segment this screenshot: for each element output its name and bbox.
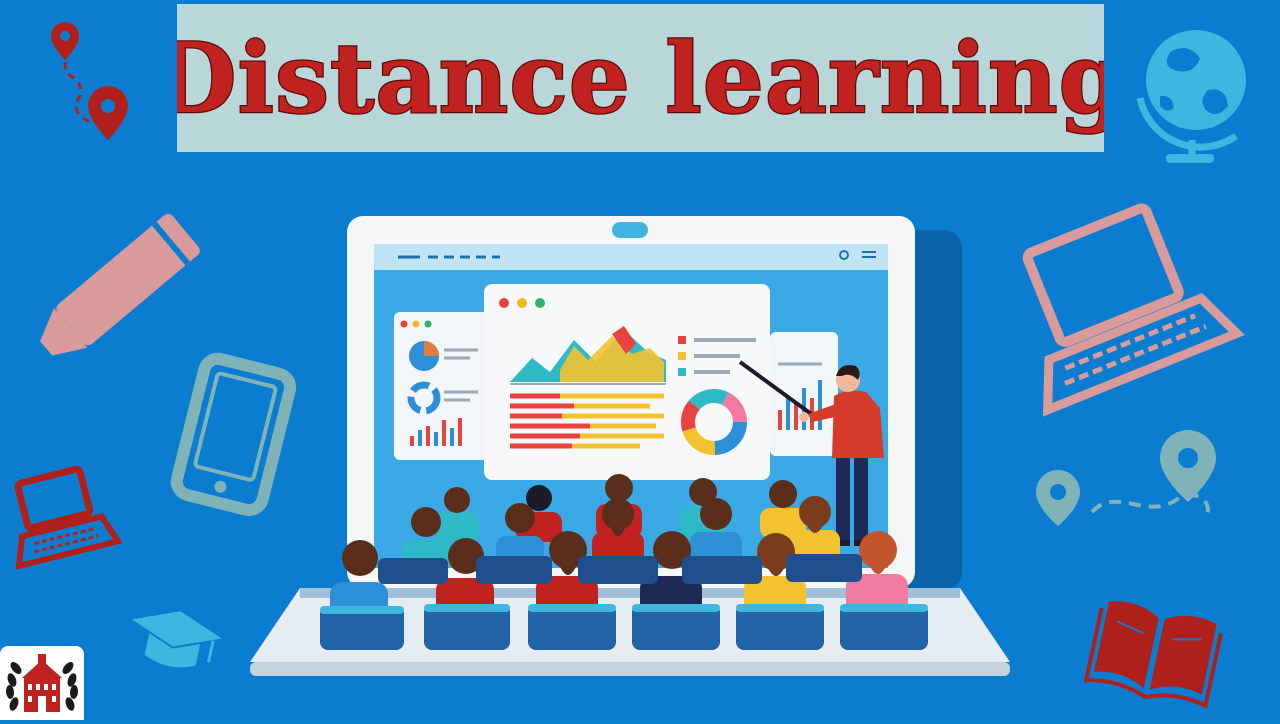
pencil-icon (32, 213, 200, 360)
laptop-icon (14, 465, 123, 570)
screen-window-right (770, 332, 838, 456)
emblem-graphic (5, 654, 79, 712)
building-icon (22, 654, 62, 712)
screen-window-main (484, 284, 770, 480)
graduation-cap-icon (131, 611, 222, 668)
globe-icon (1136, 30, 1246, 163)
university-logo (0, 646, 84, 720)
smartphone-icon (170, 352, 297, 517)
laptop-icon (1022, 203, 1245, 417)
illustration-canvas: Distance learning (0, 0, 1280, 720)
screen-window-left (394, 312, 488, 460)
map-pin-route-icon (51, 22, 128, 140)
open-book-icon (1083, 601, 1223, 709)
map-pin-route-icon (1036, 430, 1216, 526)
scene-art (14, 22, 1246, 709)
